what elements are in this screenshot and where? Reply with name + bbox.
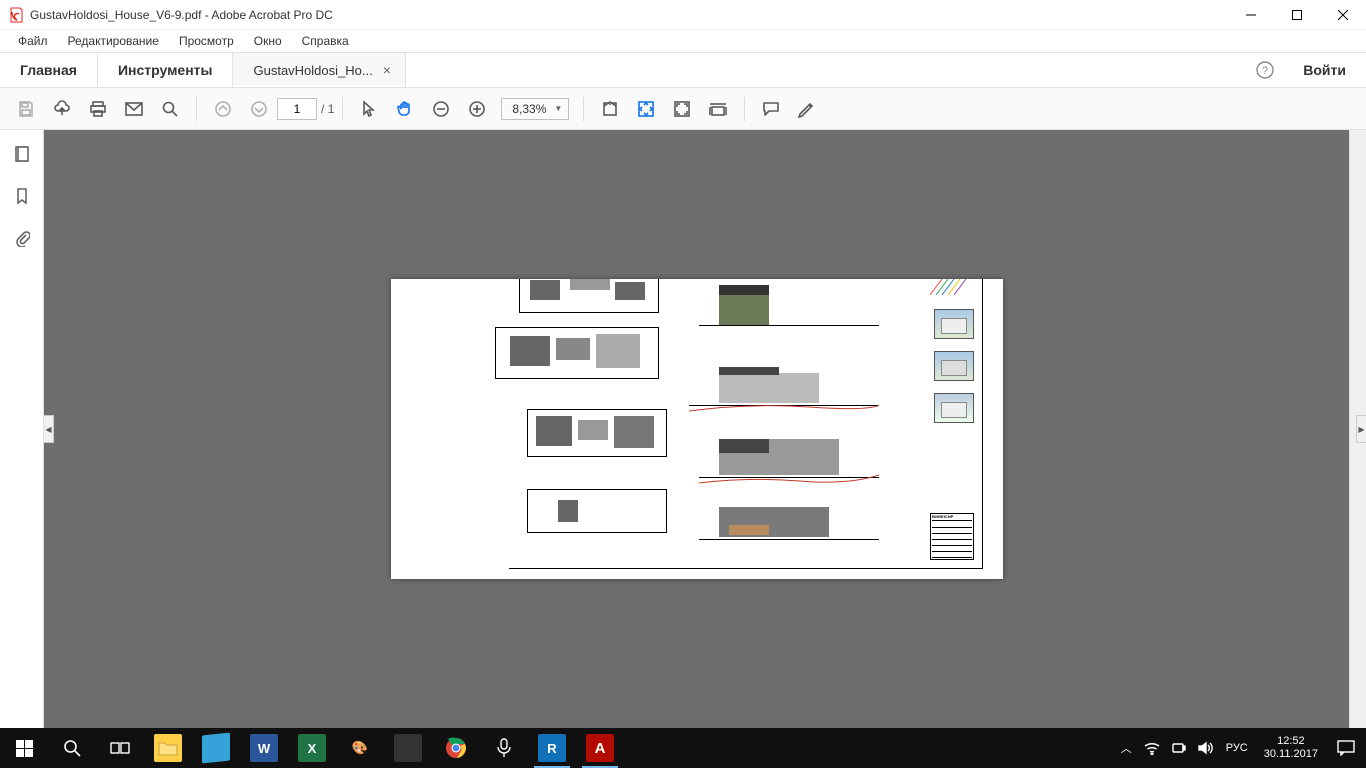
taskbar-chrome[interactable] [432,728,480,768]
attachment-icon[interactable] [12,228,32,248]
page-sep: / [321,102,324,116]
help-icon[interactable]: ? [1247,53,1283,87]
window-title: GustavHoldosi_House_V6-9.pdf - Adobe Acr… [30,8,1228,22]
menu-window[interactable]: Окно [244,32,292,50]
page-number-input[interactable] [277,98,317,120]
page-up-icon[interactable] [207,93,239,125]
chevron-down-icon: ▼ [554,104,562,113]
windows-taskbar: W X 🎨 R A ︿ РУС 12:52 30.11.2017 [0,728,1366,768]
taskbar-word[interactable]: W [240,728,288,768]
search-button[interactable] [48,728,96,768]
comment-icon[interactable] [755,93,787,125]
svg-text:?: ? [1262,65,1268,77]
zoom-out-icon[interactable] [425,93,457,125]
close-button[interactable] [1320,0,1366,29]
zoom-value: 8,33% [512,102,546,116]
page-down-icon[interactable] [243,93,275,125]
panel-expand-right-icon[interactable]: ▶ [1356,415,1366,443]
login-button[interactable]: Войти [1283,53,1366,87]
menu-help[interactable]: Справка [292,32,359,50]
tab-close-icon[interactable]: × [383,62,391,78]
menu-file[interactable]: Файл [8,32,58,50]
pointer-icon[interactable] [353,93,385,125]
zoom-in-icon[interactable] [461,93,493,125]
search-icon[interactable] [154,93,186,125]
pdf-page: EINREICHP [391,279,1003,579]
menubar: Файл Редактирование Просмотр Окно Справк… [0,30,1366,52]
tray-chevron-up-icon[interactable]: ︿ [1121,740,1132,756]
hand-icon[interactable] [389,93,421,125]
zoom-dropdown[interactable]: 8,33% ▼ [501,98,569,120]
system-tray[interactable]: ︿ РУС [1113,740,1256,756]
action-center-icon[interactable] [1326,728,1366,768]
document-viewport[interactable]: ◀ [44,130,1366,728]
fit-width-icon[interactable] [594,93,626,125]
fit-page-icon[interactable] [630,93,662,125]
toolbar: / 1 8,33% ▼ [0,88,1366,130]
window-titlebar: GustavHoldosi_House_V6-9.pdf - Adobe Acr… [0,0,1366,30]
print-icon[interactable] [82,93,114,125]
tab-home[interactable]: Главная [0,53,98,87]
sign-icon[interactable] [791,93,823,125]
minimize-button[interactable] [1228,0,1274,29]
thumbnails-icon[interactable] [12,144,32,164]
start-button[interactable] [0,728,48,768]
taskbar-paint[interactable]: 🎨 [336,728,384,768]
tab-document[interactable]: GustavHoldosi_Ho... × [233,53,405,87]
clock-date: 30.11.2017 [1264,748,1318,761]
taskbar-notepad[interactable] [192,728,240,768]
maximize-button[interactable] [1274,0,1320,29]
network-icon[interactable] [1144,741,1160,755]
navigation-rail [0,130,44,728]
tabbar: Главная Инструменты GustavHoldosi_Ho... … [0,52,1366,88]
reading-mode-icon[interactable] [702,93,734,125]
taskbar-acrobat[interactable]: A [576,728,624,768]
menu-edit[interactable]: Редактирование [58,32,169,50]
taskbar-excel[interactable]: X [288,728,336,768]
taskbar-clock[interactable]: 12:52 30.11.2017 [1256,735,1326,761]
save-icon[interactable] [10,93,42,125]
page-total: 1 [328,102,335,116]
cloud-icon[interactable] [46,93,78,125]
tab-document-label: GustavHoldosi_Ho... [253,63,372,78]
page-indicator: / 1 [277,98,334,120]
menu-view[interactable]: Просмотр [169,32,244,50]
drawing-titleblock: EINREICHP [930,513,974,560]
task-view-button[interactable] [96,728,144,768]
workspace: ◀ [0,130,1366,728]
taskbar-microphone[interactable] [480,728,528,768]
bookmark-icon[interactable] [12,186,32,206]
titleblock-header: EINREICHP [932,515,972,521]
email-icon[interactable] [118,93,150,125]
clock-time: 12:52 [1264,735,1318,748]
volume-icon[interactable] [1198,741,1214,755]
fullscreen-icon[interactable] [666,93,698,125]
window-controls [1228,0,1366,29]
tab-tools[interactable]: Инструменты [98,53,234,87]
language-indicator[interactable]: РУС [1226,742,1248,754]
power-icon[interactable] [1172,741,1186,755]
taskbar-revit[interactable]: R [528,728,576,768]
acrobat-app-icon [8,7,24,23]
taskbar-file-explorer[interactable] [144,728,192,768]
taskbar-calculator[interactable] [384,728,432,768]
